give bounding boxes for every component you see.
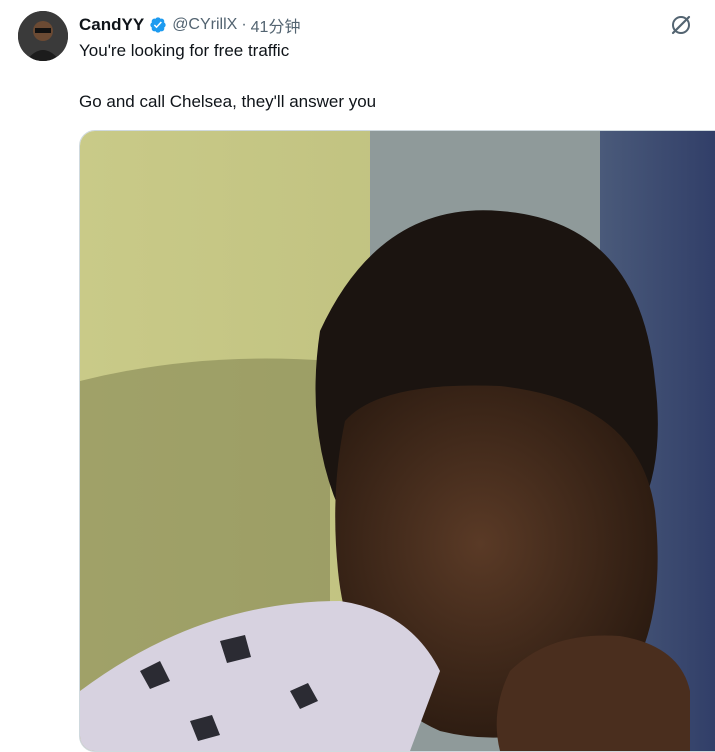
author-name[interactable]: CandYY <box>79 15 144 35</box>
verified-badge-icon <box>150 17 166 33</box>
tweet-text-line: You're looking for free traffic <box>79 41 290 60</box>
grok-icon[interactable] <box>668 12 694 38</box>
tweet-media-image[interactable] <box>79 130 715 752</box>
author-handle[interactable]: @CYrillX <box>172 16 237 34</box>
timestamp[interactable]: 41分钟 <box>251 13 301 37</box>
tweet-header: CandYY @CYrillX · 41分钟 <box>79 12 300 38</box>
separator-dot: · <box>241 16 247 33</box>
avatar[interactable] <box>18 11 68 61</box>
tweet-text-line: Go and call Chelsea, they'll answer you <box>79 92 377 111</box>
